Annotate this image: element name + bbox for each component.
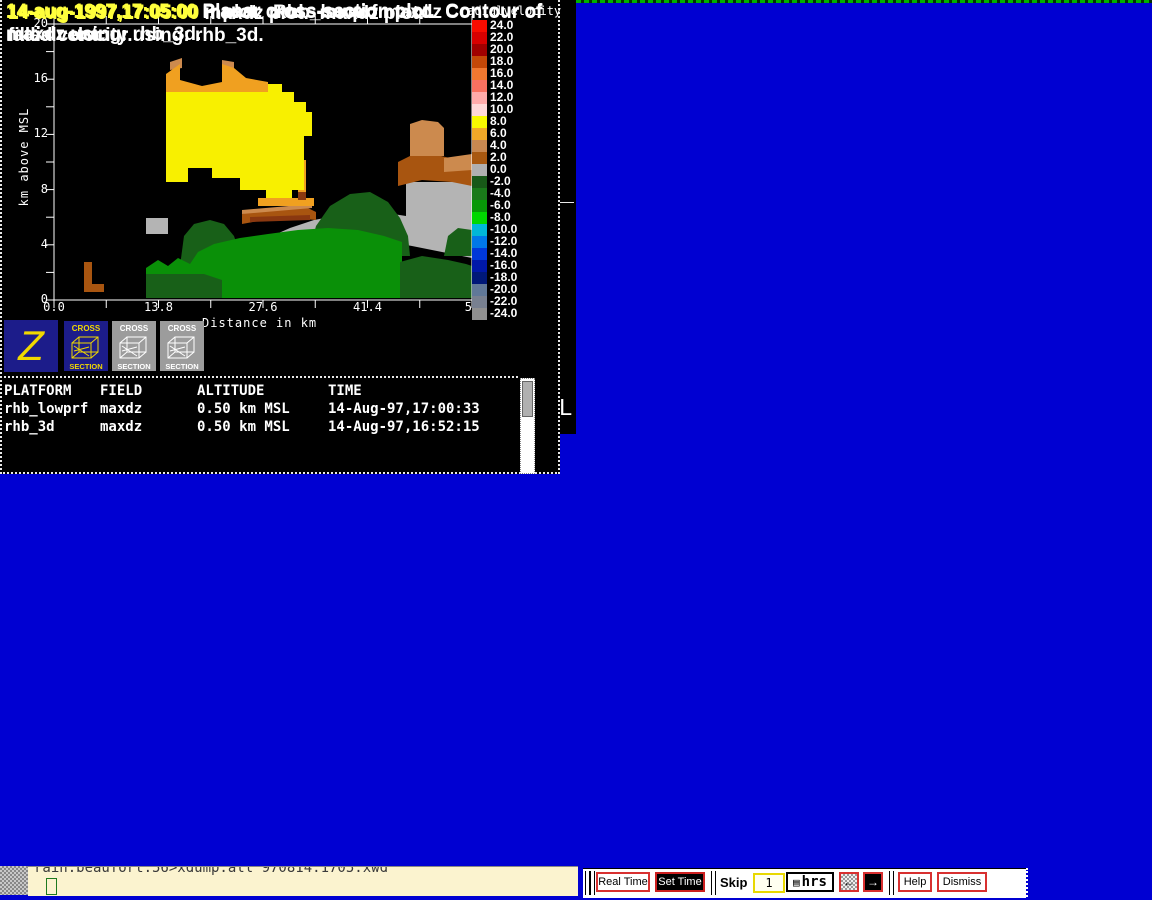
skip-label: Skip: [720, 875, 747, 890]
radialvelocity-cross-section-plot[interactable]: [42, 14, 484, 312]
br-title: 14-aug-1997,17:05:00 Planar cross-sectio…: [6, 2, 542, 24]
zebra-logo-button[interactable]: Z: [4, 320, 58, 372]
colorbar-segment: [472, 236, 487, 248]
svg-text:CROSS: CROSS: [120, 324, 149, 333]
svg-text:CROSS: CROSS: [168, 324, 197, 333]
radialvelocity-contour-fills: [84, 58, 472, 298]
colorbar-segment: [472, 224, 487, 236]
br-x-axis-label: Distance in km: [202, 316, 317, 330]
time-control-bar: Real Time Set Time Skip ▤hrs ← → Help Di…: [583, 868, 1026, 898]
br-y-axis-label: km above MSL: [17, 107, 31, 207]
y-tick-label: 16: [18, 71, 48, 85]
svg-text:Z: Z: [17, 322, 45, 369]
right-arrow-icon: →: [867, 875, 879, 889]
window-grip[interactable]: [590, 871, 595, 895]
skip-value-input[interactable]: [753, 873, 785, 893]
svg-text:SECTION: SECTION: [117, 362, 150, 371]
colorbar-segment: [472, 260, 487, 272]
colorbar-segment: [472, 44, 487, 56]
x-tick-label: 27.6: [249, 300, 278, 314]
desktop-gap: [1026, 868, 1136, 897]
colorbar-segment: [472, 140, 487, 152]
colorbar-segment: [472, 68, 487, 80]
step-forward-button[interactable]: →: [863, 872, 883, 892]
colorbar-segment: [472, 176, 487, 188]
colorbar-segment: [472, 248, 487, 260]
page-icon: ▤: [793, 876, 800, 889]
x-tick-label: 41.4: [353, 300, 382, 314]
svg-text:SECTION: SECTION: [165, 362, 198, 371]
terminal-command: rain.beaufort:56>xdump.all 970814.1705.x…: [34, 866, 388, 876]
colorbar-tick: -24.0: [490, 307, 517, 319]
dismiss-button[interactable]: Dismiss: [937, 872, 987, 892]
colorbar-segment: [472, 212, 487, 224]
step-back-button[interactable]: ←: [839, 872, 859, 892]
scrollbar-thumb[interactable]: [522, 381, 533, 417]
colorbar-segment: [472, 296, 487, 308]
cross-section-button-1[interactable]: CROSS SECTION: [64, 321, 108, 371]
terminal-cursor: [46, 878, 57, 895]
cross-section-button-2[interactable]: CROSS SECTION: [112, 321, 156, 371]
colorbar-segment: [472, 152, 487, 164]
platform-status-table: PLATFORMFIELDALTITUDETIMErhb_lowprfmaxdz…: [4, 376, 518, 436]
colorbar-segment: [472, 80, 487, 92]
colorbar-segment: [472, 128, 487, 140]
colorbar-segment: [472, 92, 487, 104]
svg-text:SECTION: SECTION: [69, 362, 102, 371]
group-divider: [889, 871, 894, 895]
table-header: PLATFORMFIELDALTITUDETIME: [4, 382, 518, 400]
colorbar-segment: [472, 164, 487, 176]
colorbar-segment: [472, 104, 487, 116]
help-button[interactable]: Help: [898, 872, 932, 892]
x-tick-label: 0.0: [43, 300, 65, 314]
colorbar-segment: [472, 32, 487, 44]
cross-section-button-3[interactable]: CROSS SECTION: [160, 321, 204, 371]
br-colorbar: [472, 20, 487, 320]
group-divider: [711, 871, 716, 895]
colorbar-segment: [472, 116, 487, 128]
terminal-window[interactable]: rain.beaufort:56>xdump.all 970814.1705.x…: [28, 866, 578, 896]
zebra-display: 14-aug-1997,17:05:00 ir plot. Rhb_lowprf…: [0, 0, 1152, 900]
br-title-line2: radialvelocity using: rhb_3d.: [6, 25, 264, 47]
table-scrollbar[interactable]: [520, 378, 535, 474]
svg-text:CROSS: CROSS: [72, 324, 101, 333]
colorbar-segment: [472, 284, 487, 296]
x-tick-label: 13.8: [144, 300, 173, 314]
set-time-button[interactable]: Set Time: [655, 872, 705, 892]
left-arrow-icon: ←: [843, 875, 855, 889]
real-time-button[interactable]: Real Time: [596, 872, 650, 892]
colorbar-segment: [472, 308, 487, 320]
colorbar-segment: [472, 200, 487, 212]
table-row: rhb_lowprfmaxdz0.50 km MSL14-Aug-97,17:0…: [4, 400, 518, 418]
colorbar-segment: [472, 272, 487, 284]
radialvelocity-cross-section-window: 14-aug-1997,17:05:00 Planar cross-sectio…: [0, 0, 560, 474]
y-tick-label: 4: [18, 237, 48, 251]
units-button[interactable]: ▤hrs: [786, 872, 834, 892]
resize-grip-area: [0, 866, 28, 895]
colorbar-segment: [472, 188, 487, 200]
table-row: rhb_3dmaxdz0.50 km MSL14-Aug-97,16:52:15: [4, 418, 518, 436]
colorbar-segment: [472, 56, 487, 68]
